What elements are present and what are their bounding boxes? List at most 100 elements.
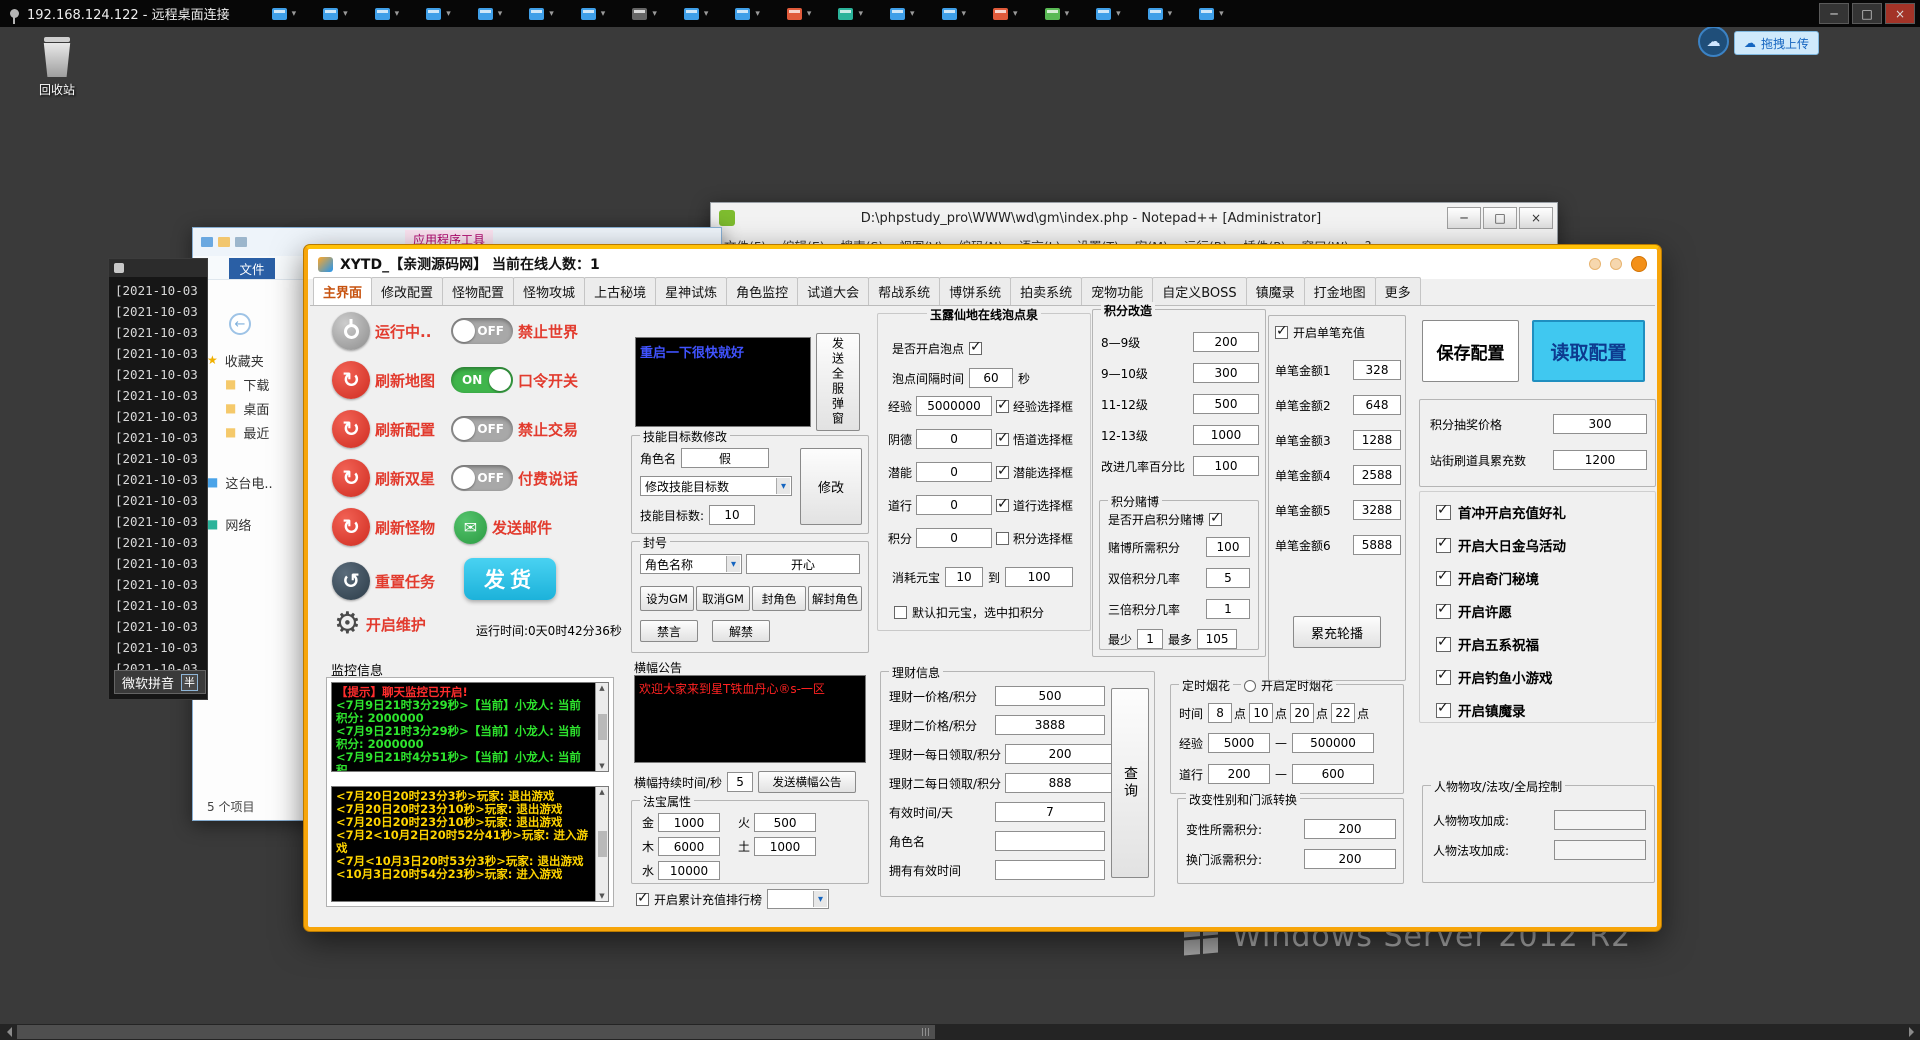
console-window[interactable]: [2021-10-03[2021-10-03[2021-10-03[2021-1… <box>108 258 208 700</box>
feature-switch-row[interactable]: 首冲开启充值好礼 <box>1436 502 1566 522</box>
gm-titlebar[interactable]: XYTD_【亲测源码网】 当前在线人数：1 <box>308 249 1657 279</box>
feature-switch-checkbox[interactable] <box>1436 571 1451 586</box>
drag-upload-button[interactable]: ☁ 拖拽上传 <box>1734 31 1819 55</box>
taskbar-window-item[interactable]: ▾ <box>529 3 554 25</box>
paodian-row-input[interactable] <box>916 495 992 515</box>
paodian-row-checkbox[interactable] <box>996 499 1009 512</box>
jifen-row-input[interactable] <box>1193 394 1259 414</box>
paodian-row-input[interactable] <box>916 429 992 449</box>
gm-tab[interactable]: 怪物攻城 <box>513 277 585 305</box>
taskbar-window-item[interactable]: ▾ <box>942 3 967 25</box>
feature-switch-row[interactable]: 开启大日金乌活动 <box>1436 535 1566 555</box>
yanhua-time-input[interactable] <box>1208 703 1232 723</box>
taskbar-window-item[interactable]: ▾ <box>632 3 657 25</box>
taskbar-window-item[interactable]: ▾ <box>323 3 348 25</box>
cumulative-dropdown[interactable] <box>767 889 829 909</box>
gm-tab[interactable]: 怪物配置 <box>442 277 514 305</box>
scroll-left-arrow[interactable] <box>0 1024 16 1040</box>
feature-switch-row[interactable]: 开启奇门秘境 <box>1436 568 1566 588</box>
ban-action-button[interactable]: 设为GM <box>640 586 694 611</box>
paodian-row-input[interactable] <box>916 528 992 548</box>
pin-icon[interactable] <box>10 9 19 18</box>
taskbar-window-item[interactable]: ▾ <box>1096 3 1121 25</box>
gm-tab[interactable]: 上古秘境 <box>584 277 656 305</box>
danbi-row-input[interactable] <box>1353 465 1401 485</box>
jifen-row-input[interactable] <box>1193 332 1259 352</box>
cloud-tool-icon[interactable]: ☁ <box>1698 26 1729 57</box>
forbid-world-toggle[interactable]: OFF <box>451 318 513 344</box>
feature-switch-row[interactable]: 开启钓鱼小游戏 <box>1436 667 1566 687</box>
feature-switch-checkbox[interactable] <box>1436 637 1451 652</box>
gm-tab[interactable]: 自定义BOSS <box>1152 277 1246 305</box>
explorer-nav-item[interactable]: ■ 网络 <box>207 514 273 534</box>
gm-tab[interactable]: 博饼系统 <box>939 277 1011 305</box>
notepad-close-button[interactable]: × <box>1519 207 1553 229</box>
refresh-map-icon[interactable]: ↻ <box>332 361 370 399</box>
refresh-config-icon[interactable]: ↻ <box>332 410 370 448</box>
paodian-row-checkbox[interactable] <box>996 532 1009 545</box>
monitor-console-2[interactable]: <7月20日20时23分3秒>玩家: 退出游戏<7月20日20时23分10秒>玩… <box>331 786 609 902</box>
scrollbar-thumb[interactable] <box>17 1025 935 1039</box>
gm-tab[interactable]: 镇魔录 <box>1246 277 1305 305</box>
gm-minimize-button[interactable] <box>1589 258 1601 270</box>
notepad-titlebar[interactable]: D:\phpstudy_pro\WWW\wd\gm\index.php - No… <box>711 203 1557 233</box>
gm-tab[interactable]: 打金地图 <box>1304 277 1376 305</box>
gm-tab[interactable]: 修改配置 <box>371 277 443 305</box>
explorer-nav-item[interactable]: ■ 这台电.. <box>207 472 273 492</box>
feature-switch-checkbox[interactable] <box>1436 703 1451 718</box>
ime-mode-toggle[interactable]: 半 <box>181 674 198 691</box>
rdp-close-button[interactable]: × <box>1885 3 1915 24</box>
explorer-nav-item[interactable]: ■ 桌面 <box>207 398 269 418</box>
gm-tab[interactable]: 试道大会 <box>797 277 869 305</box>
cumulative-rank-checkbox[interactable] <box>636 893 649 906</box>
explorer-nav-item[interactable]: ★ 收藏夹 <box>207 350 269 370</box>
attack-row-input[interactable] <box>1554 840 1646 860</box>
carousel-button[interactable]: 累充轮播 <box>1293 616 1381 648</box>
mute-action-button[interactable]: 解禁 <box>712 620 770 642</box>
licai-row-input[interactable] <box>995 802 1105 822</box>
gm-tool-window[interactable]: XYTD_【亲测源码网】 当前在线人数：1 主界面修改配置怪物配置怪物攻城上古秘… <box>304 245 1661 931</box>
scroll-right-arrow[interactable] <box>1904 1024 1920 1040</box>
danbi-row-input[interactable] <box>1353 500 1401 520</box>
feature-switch-checkbox[interactable] <box>1436 670 1451 685</box>
yanhua-time-input[interactable] <box>1290 703 1314 723</box>
attack-row-input[interactable] <box>1554 810 1646 830</box>
maintenance-gear-icon[interactable]: ⚙ <box>334 609 361 639</box>
dubo-row-input[interactable] <box>1206 599 1250 619</box>
treasure-input[interactable] <box>658 837 720 856</box>
price-row-input[interactable] <box>1553 414 1647 434</box>
ban-action-button[interactable]: 解封角色 <box>808 586 862 611</box>
ban-action-button[interactable]: 封角色 <box>752 586 806 611</box>
taskbar-window-item[interactable]: ▾ <box>890 3 915 25</box>
taskbar-window-item[interactable]: ▾ <box>478 3 503 25</box>
feature-switch-checkbox[interactable] <box>1436 538 1451 553</box>
gm-tab[interactable]: 帮战系统 <box>868 277 940 305</box>
popup-message-box[interactable]: 重启一下很快就好 <box>635 337 811 427</box>
gm-tab[interactable]: 拍卖系统 <box>1010 277 1082 305</box>
banner-duration-input[interactable] <box>727 772 753 792</box>
mute-action-button[interactable]: 禁言 <box>640 620 698 642</box>
ship-button[interactable]: 发货 <box>464 558 556 600</box>
skill-target-input[interactable] <box>709 505 755 525</box>
password-switch-toggle[interactable]: ON <box>451 367 513 393</box>
gm-tab[interactable]: 角色监控 <box>726 277 798 305</box>
yanhua-time-input[interactable] <box>1331 703 1355 723</box>
gm-close-button[interactable] <box>1631 256 1647 272</box>
licai-row-input[interactable] <box>1005 744 1115 764</box>
modify-button[interactable]: 修改 <box>800 448 862 525</box>
rdp-minimize-button[interactable]: ─ <box>1819 3 1849 24</box>
dubo-max-input[interactable] <box>1197 629 1237 649</box>
consume-to-input[interactable] <box>1005 567 1073 587</box>
send-mail-icon[interactable]: ✉ <box>454 511 487 544</box>
taskbar-window-item[interactable]: ▾ <box>787 3 812 25</box>
taskbar-window-item[interactable]: ▾ <box>426 3 451 25</box>
yanhua-dao-from[interactable] <box>1208 764 1270 784</box>
danbi-row-input[interactable] <box>1353 360 1401 380</box>
consume-from-input[interactable] <box>945 567 983 587</box>
feature-switch-row[interactable]: 开启五系祝福 <box>1436 634 1566 654</box>
monitor-console-1[interactable]: 【提示】聊天监控已开启!<7月9日21时3分29秒>【当前】小龙人: 当前积分:… <box>331 682 609 772</box>
dubo-enable-checkbox[interactable] <box>1209 513 1222 526</box>
taskbar-window-item[interactable]: ▾ <box>735 3 760 25</box>
banner-text-box[interactable]: 欢迎大家来到星T铁血丹心®s-一区 <box>634 675 866 763</box>
scrollbar[interactable]: ▲▼ <box>595 683 608 771</box>
